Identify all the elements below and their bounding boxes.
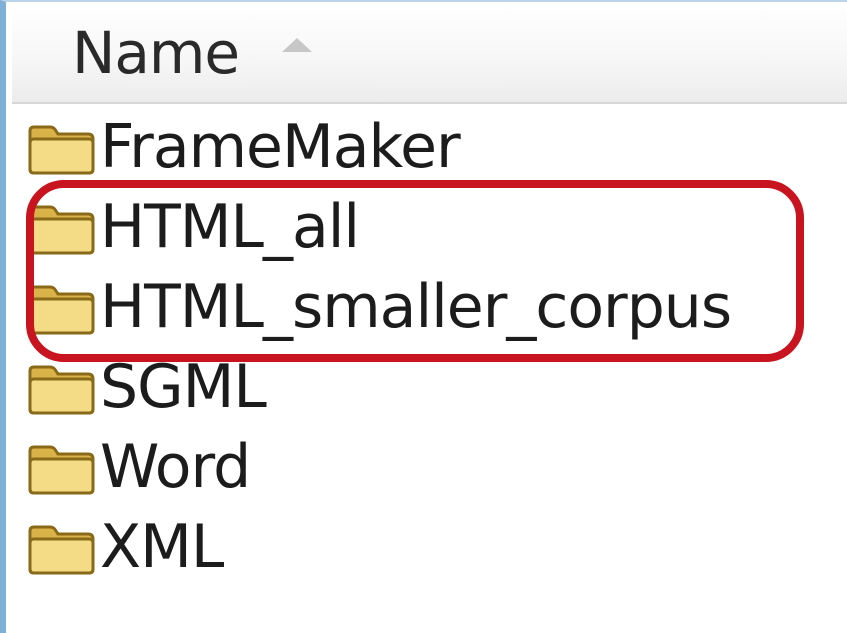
file-explorer-window: Name FrameMaker HTML_all HTML_smaller_co… xyxy=(0,0,847,633)
folder-name: Word xyxy=(100,432,251,502)
folder-icon xyxy=(26,361,98,417)
list-item-framemaker[interactable]: FrameMaker xyxy=(26,107,846,187)
folder-icon xyxy=(26,281,98,337)
folder-icon xyxy=(26,441,98,497)
list-item-word[interactable]: Word xyxy=(26,427,846,507)
name-column-label: Name xyxy=(72,19,240,87)
list-item-sgml[interactable]: SGML xyxy=(26,347,846,427)
sort-ascending-arrow-icon xyxy=(282,38,312,52)
folder-name: XML xyxy=(100,512,224,582)
folder-name: SGML xyxy=(100,352,267,422)
folder-name: HTML_all xyxy=(100,192,360,262)
list-item-html-smaller-corpus[interactable]: HTML_smaller_corpus xyxy=(26,267,846,347)
name-column-header[interactable]: Name xyxy=(12,2,847,104)
folder-name: FrameMaker xyxy=(100,112,461,182)
folder-list: FrameMaker HTML_all HTML_smaller_corpus xyxy=(26,107,846,587)
folder-icon xyxy=(26,201,98,257)
list-item-html-all[interactable]: HTML_all xyxy=(26,187,846,267)
folder-icon xyxy=(26,121,98,177)
list-item-xml[interactable]: XML xyxy=(26,507,846,587)
folder-icon xyxy=(26,521,98,577)
folder-name: HTML_smaller_corpus xyxy=(100,272,732,342)
